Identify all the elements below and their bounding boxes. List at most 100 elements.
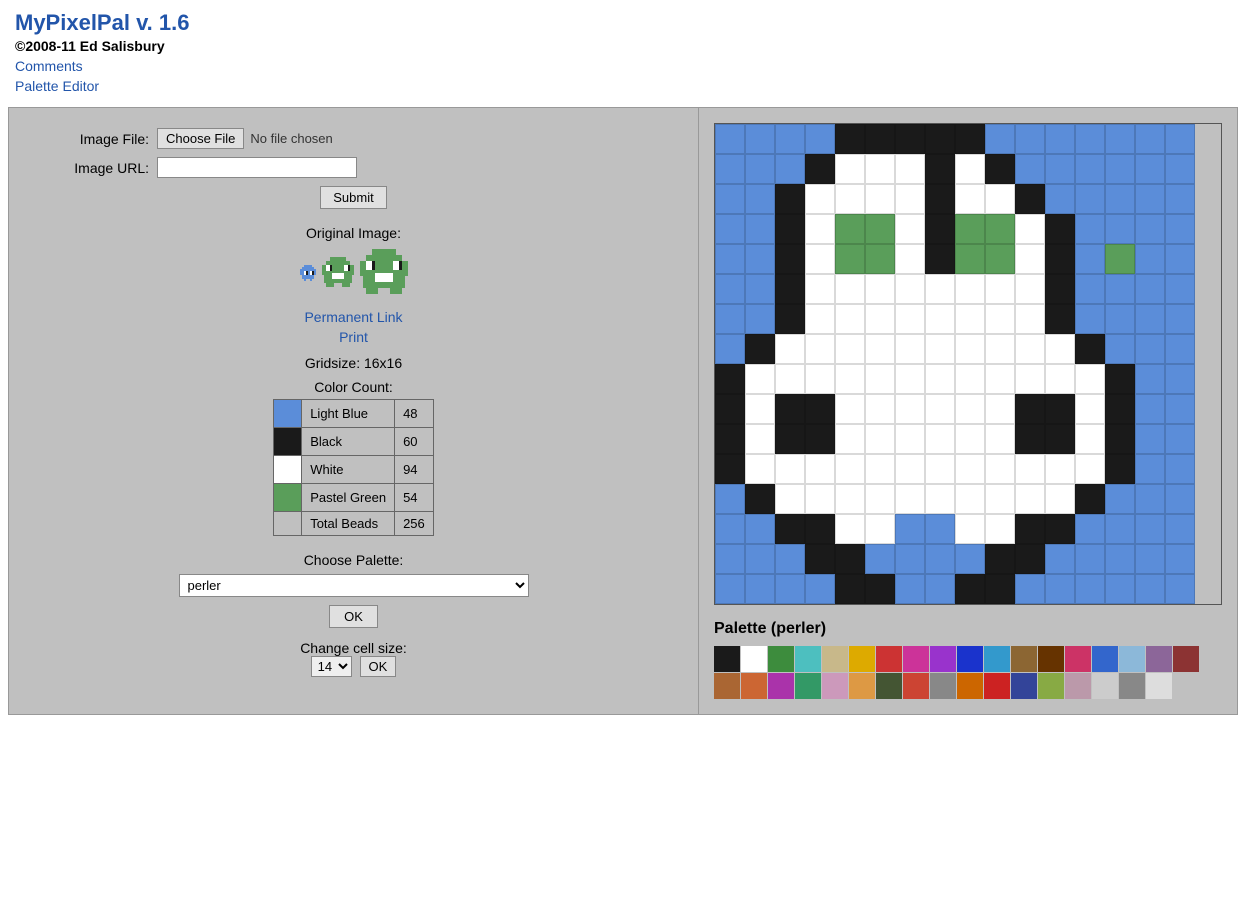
choose-file-button[interactable]: Choose File	[157, 128, 244, 149]
palette-select[interactable]: perlerartkalhamanabbi	[179, 574, 529, 597]
palette-swatch[interactable]	[930, 646, 956, 672]
palette-swatch[interactable]	[714, 646, 740, 672]
pixel-cell	[955, 154, 985, 184]
palette-swatch[interactable]	[768, 646, 794, 672]
pixel-cell	[1015, 244, 1045, 274]
copyright: ©2008-11 Ed Salisbury	[15, 38, 1231, 54]
pixel-cell	[715, 544, 745, 574]
pixel-cell	[775, 304, 805, 334]
pixel-cell	[715, 244, 745, 274]
palette-swatch[interactable]	[957, 646, 983, 672]
palette-swatch[interactable]	[1065, 673, 1091, 699]
palette-swatch[interactable]	[1092, 673, 1118, 699]
cell-size-select[interactable]: 14	[311, 656, 352, 677]
pixel-cell	[1045, 244, 1075, 274]
palette-swatch[interactable]	[795, 673, 821, 699]
palette-swatch[interactable]	[1038, 673, 1064, 699]
palette-swatch[interactable]	[822, 646, 848, 672]
palette-swatch[interactable]	[1011, 673, 1037, 699]
pixel-cell	[1075, 514, 1105, 544]
pixel-cell	[835, 154, 865, 184]
palette-swatch[interactable]	[741, 646, 767, 672]
palette-swatch[interactable]	[876, 646, 902, 672]
palette-swatch[interactable]	[1011, 646, 1037, 672]
pixel-cell	[895, 454, 925, 484]
pixel-cell	[835, 454, 865, 484]
palette-swatch[interactable]	[1038, 646, 1064, 672]
palette-swatch[interactable]	[1119, 673, 1145, 699]
pixel-cell	[835, 484, 865, 514]
pixel-cell	[745, 424, 775, 454]
palette-swatch[interactable]	[876, 673, 902, 699]
total-label: Total Beads	[302, 512, 395, 536]
palette-swatch[interactable]	[1173, 646, 1199, 672]
color-row: Black 60	[274, 428, 434, 456]
pixel-cell	[955, 304, 985, 334]
image-url-input[interactable]	[157, 157, 357, 178]
palette-swatch[interactable]	[984, 646, 1010, 672]
pixel-cell	[1105, 484, 1135, 514]
pixel-cell	[955, 244, 985, 274]
palette-swatch[interactable]	[930, 673, 956, 699]
color-count: 94	[395, 456, 434, 484]
pixel-cell	[925, 574, 955, 604]
palette-swatch[interactable]	[1146, 646, 1172, 672]
palette-swatch[interactable]	[1065, 646, 1091, 672]
palette-swatch[interactable]	[795, 646, 821, 672]
palette-swatch[interactable]	[1092, 646, 1118, 672]
palette-swatch[interactable]	[714, 673, 740, 699]
pixel-cell	[1135, 274, 1165, 304]
cell-size-ok-button[interactable]: OK	[360, 656, 397, 677]
pixel-cell	[1045, 394, 1075, 424]
palette-swatch[interactable]	[984, 673, 1010, 699]
pixel-cell	[1075, 124, 1105, 154]
pixel-cell	[955, 124, 985, 154]
pixel-cell	[1105, 394, 1135, 424]
pixel-cell	[955, 184, 985, 214]
palette-swatch[interactable]	[1146, 673, 1172, 699]
palette-editor-link[interactable]: Palette Editor	[15, 78, 1231, 94]
palette-swatch[interactable]	[849, 646, 875, 672]
pixel-cell	[805, 334, 835, 364]
pixel-cell	[775, 454, 805, 484]
comments-link[interactable]: Comments	[15, 58, 1231, 74]
pixel-cell	[1165, 394, 1195, 424]
palette-swatch[interactable]	[1119, 646, 1145, 672]
pixel-cell	[805, 454, 835, 484]
pixel-cell	[925, 274, 955, 304]
pixel-cell	[805, 274, 835, 304]
pixel-cell	[835, 214, 865, 244]
palette-swatch[interactable]	[849, 673, 875, 699]
pixel-cell	[1075, 274, 1105, 304]
pixel-cell	[865, 304, 895, 334]
pixel-cell	[775, 244, 805, 274]
pixel-cell	[895, 304, 925, 334]
pixel-cell	[715, 274, 745, 304]
pixel-cell	[865, 514, 895, 544]
pixel-cell	[835, 394, 865, 424]
total-count: 256	[395, 512, 434, 536]
pixel-cell	[865, 154, 895, 184]
pixel-cell	[895, 274, 925, 304]
palette-swatch[interactable]	[903, 646, 929, 672]
palette-swatch[interactable]	[768, 673, 794, 699]
palette-swatch[interactable]	[903, 673, 929, 699]
permanent-link[interactable]: Permanent Link	[39, 309, 668, 325]
print-link[interactable]: Print	[39, 329, 668, 345]
pixel-cell	[1135, 454, 1165, 484]
pixel-cell	[865, 244, 895, 274]
links: Permanent Link Print	[39, 309, 668, 345]
pixel-cell	[835, 124, 865, 154]
pixel-cell	[805, 124, 835, 154]
pixel-cell	[715, 184, 745, 214]
pixel-cell	[985, 364, 1015, 394]
submit-button[interactable]: Submit	[320, 186, 386, 209]
palette-swatch[interactable]	[957, 673, 983, 699]
palette-ok-button[interactable]: OK	[329, 605, 378, 628]
palette-swatch[interactable]	[822, 673, 848, 699]
palette-swatch[interactable]	[741, 673, 767, 699]
pixel-cell	[1075, 214, 1105, 244]
image-url-row: Image URL:	[39, 157, 668, 178]
app-title: MyPixelPal v. 1.6	[15, 10, 1231, 36]
pixel-cell	[985, 154, 1015, 184]
